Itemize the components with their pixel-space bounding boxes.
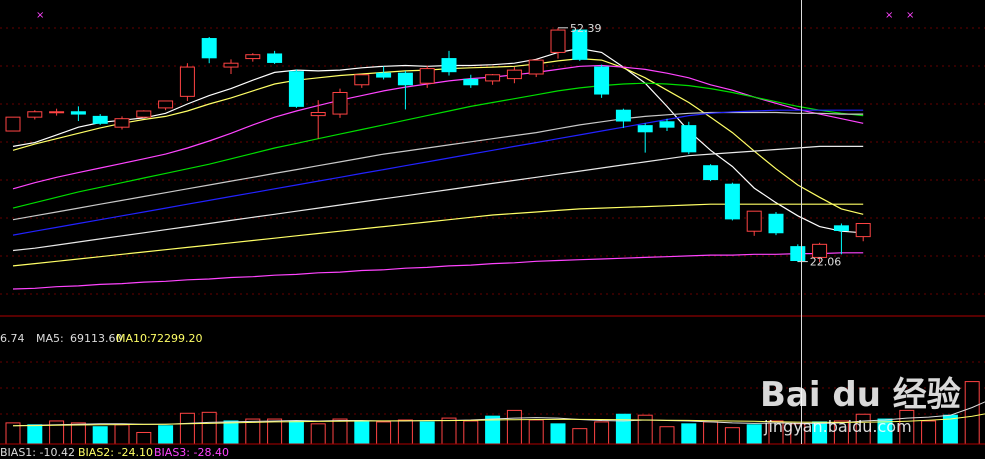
volume-bar-30 <box>659 426 675 445</box>
bias3-label: BIAS3: -28.40 <box>154 446 229 459</box>
candle-body-27 <box>594 66 610 95</box>
candle-body-5 <box>114 118 130 128</box>
ma10-label: MA10: <box>116 332 151 345</box>
volume-bar-14 <box>310 423 326 445</box>
candle-body-11 <box>245 54 261 60</box>
candle-body-10 <box>223 62 239 68</box>
volume-bar-13 <box>288 420 304 445</box>
volume-bar-17 <box>376 421 392 445</box>
legend-prefix: 6.74 <box>0 332 25 345</box>
candle-body-9 <box>201 38 217 59</box>
candle-body-13 <box>288 71 304 107</box>
volume-bar-7 <box>158 425 174 445</box>
candle-body-12 <box>267 53 283 63</box>
candle-body-7 <box>158 100 174 109</box>
candle-body-0 <box>5 116 21 132</box>
moving-average-lines <box>12 47 864 290</box>
candle-body-36 <box>790 246 806 262</box>
volume-bar-5 <box>114 424 130 445</box>
candle-body-15 <box>332 91 348 115</box>
bias1-label: BIAS1: -10.42 <box>0 446 75 459</box>
volume-bar-12 <box>267 418 283 445</box>
candle-body-29 <box>637 125 653 133</box>
candle-body-4 <box>92 115 108 124</box>
volume-bar-15 <box>332 418 348 445</box>
volume-bar-18 <box>397 419 413 445</box>
candle-body-6 <box>136 110 152 118</box>
annotation-label-1: 22.06 <box>810 256 842 269</box>
candle-body-34 <box>746 210 762 232</box>
volume-bar-33 <box>724 427 740 445</box>
volume-bar-31 <box>681 423 697 445</box>
volume-bar-27 <box>594 421 610 445</box>
volume-bar-23 <box>506 409 522 445</box>
candle-body-16 <box>354 74 370 86</box>
volume-bar-6 <box>136 431 152 445</box>
candle-body-17 <box>376 72 392 78</box>
volume-bar-16 <box>354 420 370 445</box>
candle-body-21 <box>463 78 479 86</box>
volume-bar-3 <box>70 422 86 445</box>
volume-bar-21 <box>463 420 479 445</box>
close-mark-right-2[interactable]: × <box>906 10 914 21</box>
watermark-url: jingyan.baidu.com <box>763 417 912 436</box>
volume-bar-25 <box>550 423 566 445</box>
candle-body-28 <box>615 109 631 122</box>
ma5-value: 69113.60 <box>70 332 123 345</box>
volume-bar-28 <box>615 413 631 445</box>
volume-bar-44 <box>964 381 980 445</box>
watermark-brand: Bai du 经验 <box>760 375 961 415</box>
candle-body-1 <box>27 111 43 118</box>
volume-bar-42 <box>921 420 937 445</box>
candlestick-series <box>5 27 871 263</box>
candle-body-20 <box>441 58 457 73</box>
candle-body-25 <box>550 29 566 53</box>
candle-body-24 <box>528 59 544 75</box>
ma5-label: MA5: <box>36 332 64 345</box>
volume-bar-1 <box>27 424 43 445</box>
candle-body-31 <box>681 125 697 153</box>
candle-body-23 <box>506 69 522 80</box>
volume-bar-34 <box>746 424 762 445</box>
close-mark-right-1[interactable]: × <box>885 10 893 21</box>
candle-body-35 <box>768 213 784 234</box>
candle-body-18 <box>397 72 413 86</box>
candle-body-19 <box>419 68 435 84</box>
ma10-value: 72299.20 <box>150 332 203 345</box>
grid-lines <box>0 27 985 415</box>
candle-body-38 <box>833 225 849 231</box>
annotations: 52.39 22.06 <box>558 22 841 269</box>
close-mark-left[interactable]: × <box>36 10 44 21</box>
ma-line-8 <box>12 252 864 290</box>
volume-bar-24 <box>528 419 544 445</box>
stock-chart: 52.39 22.06 × × × 6.74 MA5: 69113.60 MA10… <box>0 0 985 459</box>
volume-bar-9 <box>201 411 217 445</box>
candle-body-8 <box>179 66 195 97</box>
candle-body-32 <box>703 165 719 181</box>
candle-body-39 <box>855 223 871 238</box>
volume-bar-26 <box>572 428 588 445</box>
volume-bar-19 <box>419 421 435 445</box>
candle-body-2 <box>49 111 65 114</box>
candle-body-33 <box>724 183 740 220</box>
candle-body-22 <box>485 74 501 82</box>
candle-body-30 <box>659 121 675 128</box>
volume-bar-8 <box>179 412 195 445</box>
volume-bar-20 <box>441 417 457 445</box>
annotation-label-0: 52.39 <box>570 22 602 35</box>
volume-legend: 6.74 MA5: 69113.60 MA10: 72299.20 <box>0 332 203 345</box>
volume-bar-4 <box>92 426 108 445</box>
bias2-label: BIAS2: -24.10 <box>78 446 153 459</box>
candle-body-14 <box>310 112 326 117</box>
bias-legend: BIAS1: -10.42 BIAS2: -24.10 BIAS3: -28.4… <box>0 446 229 459</box>
candle-body-3 <box>70 111 86 115</box>
volume-bar-32 <box>703 421 719 445</box>
volume-bar-10 <box>223 420 239 445</box>
